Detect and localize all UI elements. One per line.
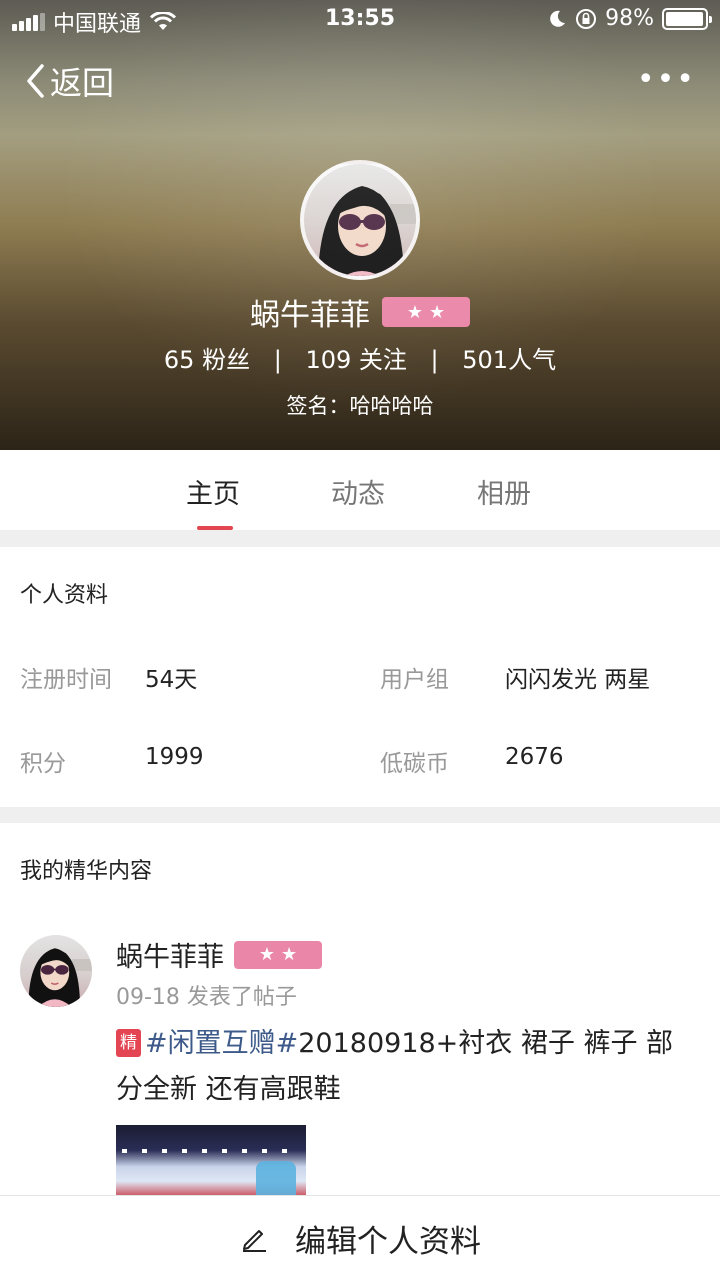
profile-info-title: 个人资料 (20, 583, 109, 608)
stats-separator: | (430, 346, 439, 374)
profile-info-section: 个人资料 注册时间 54天 用户组 闪闪发光 两星 积分 1999 低碳币 26… (0, 547, 720, 807)
nav-bar: 返回 ••• (0, 58, 720, 108)
rotation-lock-icon (576, 8, 597, 29)
tab-activity[interactable]: 动态 (331, 472, 385, 511)
carbon-coin-label: 低碳币 (380, 751, 449, 777)
post-author-row: 蜗牛菲菲 ★ ★ (116, 935, 322, 974)
back-button[interactable]: 返回 (24, 58, 114, 104)
more-dots-icon: ••• (636, 62, 696, 97)
stats-row: 65 粉丝 | 109 关注 | 501人气 (0, 340, 720, 375)
edit-profile-button[interactable]: 编辑个人资料 (0, 1195, 720, 1280)
battery-icon (662, 7, 712, 30)
user-group-value: 闪闪发光 两星 (505, 667, 651, 693)
signature: 签名：哈哈哈哈 (286, 394, 434, 418)
tab-home[interactable]: 主页 (186, 472, 240, 511)
fans-count[interactable]: 65 粉丝 (164, 346, 250, 374)
battery-percent: 98% (605, 6, 654, 31)
register-time-label: 注册时间 (20, 667, 112, 693)
status-bar: 中国联通 13:55 98% (0, 0, 720, 40)
status-right: 98% (547, 6, 712, 31)
popularity-count: 501人气 (462, 346, 557, 374)
tab-active-indicator (197, 526, 233, 530)
level-badge: ★ ★ (382, 297, 470, 327)
register-time-value: 54天 (145, 667, 198, 693)
username-row: 蜗牛菲菲 ★ ★ (0, 290, 720, 334)
chevron-left-icon (27, 64, 44, 98)
stats-separator: | (273, 346, 282, 374)
pencil-icon (243, 1230, 266, 1252)
battery-fill (666, 11, 704, 26)
post-text[interactable]: 精 #闲置互赠#20180918+衬衣 裙子 裤子 部分全新 还有高跟鞋 (116, 1021, 696, 1113)
star-icon: ★ (281, 944, 298, 965)
avatar-portrait-icon (318, 186, 416, 276)
tab-bar: 主页 动态 相册 (0, 450, 720, 530)
more-button[interactable]: ••• (637, 62, 696, 97)
image-figure (256, 1161, 296, 1197)
back-label: 返回 (50, 64, 115, 102)
avatar-portrait-icon (28, 948, 92, 1007)
edit-profile-label: 编辑个人资料 (295, 1223, 481, 1260)
post-author[interactable]: 蜗牛菲菲 (116, 935, 224, 974)
post-meta: 09-18 发表了帖子 (116, 985, 297, 1010)
carbon-coin-value: 2676 (505, 744, 564, 770)
points-value: 1999 (145, 744, 204, 770)
star-icon: ★ (406, 301, 423, 323)
avatar[interactable] (300, 160, 420, 280)
post-level-badge: ★ ★ (234, 940, 322, 969)
star-icon: ★ (258, 944, 275, 965)
username: 蜗牛菲菲 (250, 298, 370, 333)
star-icon: ★ (429, 301, 446, 323)
post-image[interactable] (116, 1125, 306, 1197)
user-group-label: 用户组 (380, 667, 449, 693)
profile-header: 中国联通 13:55 98% 返回 ••• 蜗牛菲菲 ★ ★ 65 粉丝 | 1… (0, 0, 720, 450)
moon-icon (550, 10, 566, 27)
points-label: 积分 (20, 751, 66, 777)
post-hashtag[interactable]: #闲置互赠# (145, 1028, 298, 1059)
post-avatar[interactable] (20, 935, 92, 1007)
following-count[interactable]: 109 关注 (305, 346, 406, 374)
tab-album[interactable]: 相册 (477, 472, 531, 511)
image-lights (122, 1149, 302, 1153)
featured-tag: 精 (116, 1029, 141, 1057)
essence-title: 我的精华内容 (20, 859, 153, 884)
